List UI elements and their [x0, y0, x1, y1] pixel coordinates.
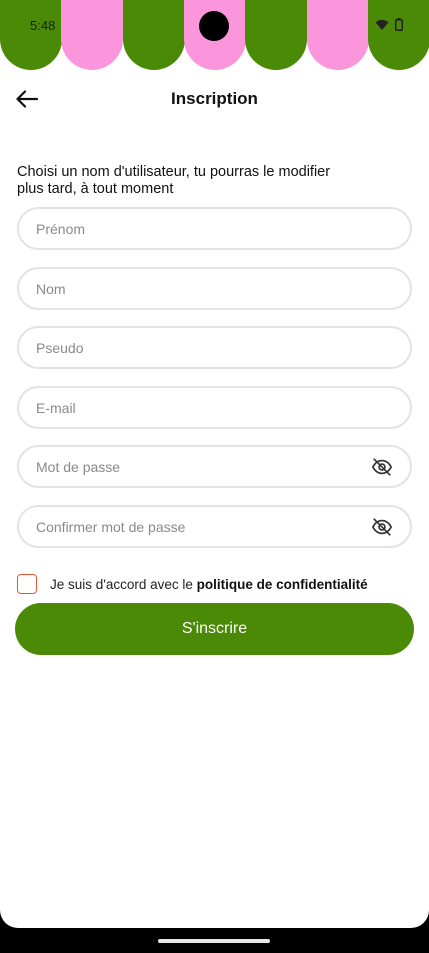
status-bar: 5:48 — [0, 0, 429, 52]
last-name-field[interactable] — [17, 267, 412, 310]
page-title: Inscription — [171, 89, 258, 108]
privacy-consent: Je suis d'accord avec le politique de co… — [17, 573, 368, 595]
first-name-field[interactable] — [17, 207, 412, 250]
email-field[interactable] — [17, 386, 412, 429]
signup-button-label: S'inscrire — [181, 620, 248, 637]
app-bar: Inscription — [0, 78, 429, 120]
confirm-password-input[interactable] — [36, 507, 356, 546]
consent-label: Je suis d'accord avec le — [50, 576, 197, 592]
username-field[interactable] — [17, 326, 412, 369]
wifi-icon — [375, 19, 389, 30]
first-name-input[interactable] — [36, 209, 356, 248]
password-input[interactable] — [36, 447, 356, 486]
email-input[interactable] — [36, 388, 356, 427]
username-input[interactable] — [36, 328, 356, 367]
privacy-policy-link[interactable]: politique de confidentialité — [197, 577, 368, 592]
status-icons — [375, 18, 403, 31]
eye-off-icon[interactable] — [371, 516, 393, 538]
signup-button[interactable]: S'inscrire — [15, 603, 414, 655]
password-field[interactable] — [17, 445, 412, 488]
app-screen: 5:48 Inscription Choisi un nom d'utilisa… — [0, 0, 429, 928]
last-name-input[interactable] — [36, 269, 356, 308]
privacy-checkbox[interactable] — [17, 574, 37, 594]
battery-icon — [395, 18, 403, 31]
home-indicator[interactable] — [158, 939, 270, 943]
confirm-password-field[interactable] — [17, 505, 412, 548]
intro-text: Choisi un nom d'utilisateur, tu pourras … — [17, 164, 331, 197]
camera-cutout — [199, 11, 229, 41]
consent-text: Je suis d'accord avec le politique de co… — [50, 577, 368, 592]
status-time: 5:48 — [30, 18, 56, 33]
eye-off-icon[interactable] — [371, 456, 393, 478]
